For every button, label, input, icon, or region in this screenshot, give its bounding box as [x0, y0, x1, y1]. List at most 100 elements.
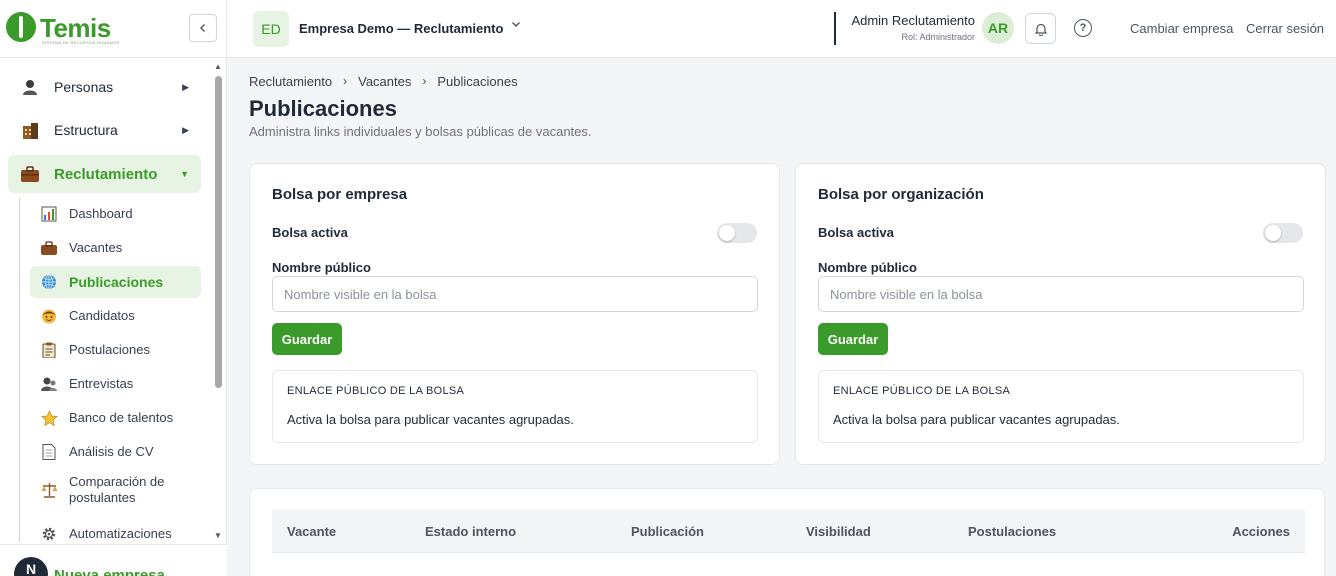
sidebar-subitem-publicaciones[interactable]: Publicaciones: [30, 266, 201, 298]
scroll-up-icon[interactable]: ▲: [214, 62, 222, 71]
person-icon: [20, 77, 40, 97]
briefcase-icon: [40, 239, 58, 257]
logo-icon: [6, 12, 36, 42]
sidebar-footer[interactable]: N Nueva empresa: [0, 544, 227, 576]
active-toggle-label: Bolsa activa: [272, 225, 348, 240]
public-name-label: Nombre público: [272, 260, 371, 275]
sidebar-item-estructura[interactable]: Estructura ▶: [8, 111, 201, 149]
sidebar-subitem-banco-de-talentos[interactable]: Banco de talentos: [30, 402, 201, 434]
page-title: Publicaciones: [249, 96, 397, 121]
sidebar-subitem-label: Banco de talentos: [69, 410, 174, 425]
sidebar-item-reclutamiento[interactable]: Reclutamiento ▼: [8, 155, 201, 193]
globe-icon: [40, 273, 58, 291]
logout-link[interactable]: Cerrar sesión: [1246, 21, 1324, 36]
public-name-label: Nombre público: [818, 260, 917, 275]
organization-pool-card: Bolsa por organización Bolsa activa Nomb…: [795, 163, 1326, 465]
sidebar-subitem-dashboard[interactable]: Dashboard: [30, 198, 201, 230]
table-header: Vacante Estado interno Publicación Visib…: [272, 510, 1305, 553]
company-pool-card: Bolsa por empresa Bolsa activa Nombre pú…: [249, 163, 780, 465]
sidebar-subitem-vacantes[interactable]: Vacantes: [30, 232, 201, 264]
sidebar-subitem-label: Postulaciones: [69, 342, 150, 357]
star-icon: [40, 409, 58, 427]
sidebar-subitem-candidatos[interactable]: Candidatos: [30, 300, 201, 332]
active-toggle[interactable]: [1263, 223, 1303, 243]
sidebar-subitem-entrevistas[interactable]: Entrevistas: [30, 368, 201, 400]
sidebar-item-personas[interactable]: Personas ▶: [8, 68, 201, 106]
public-link-title: ENLACE PÚBLICO DE LA BOLSA: [287, 385, 465, 397]
interview-icon: [40, 375, 58, 393]
gear-icon: [40, 525, 58, 542]
sidebar: Temis SISTEMA DE RECURSOS HUMANOS Person…: [0, 0, 227, 576]
change-company-link[interactable]: Cambiar empresa: [1130, 21, 1233, 36]
sidebar-subitem-analisis-de-cv[interactable]: Análisis de CV: [30, 436, 201, 468]
scale-icon: [40, 481, 58, 499]
divider: [834, 12, 836, 45]
sidebar-subitem-label: Dashboard: [69, 206, 133, 221]
public-link-box: ENLACE PÚBLICO DE LA BOLSA Activa la bol…: [818, 370, 1304, 443]
scroll-thumb[interactable]: [215, 76, 222, 388]
column-header-postulaciones[interactable]: Postulaciones: [968, 524, 1056, 539]
company-badge: ED: [253, 11, 289, 47]
scroll-down-icon[interactable]: ▼: [214, 531, 222, 540]
active-toggle[interactable]: [717, 223, 757, 243]
page-subtitle: Administra links individuales y bolsas p…: [249, 124, 592, 139]
caret-down-icon: ▼: [180, 169, 189, 179]
column-header-publicacion[interactable]: Publicación: [631, 524, 704, 539]
briefcase-icon: [20, 164, 40, 184]
user-name: Admin Reclutamiento: [851, 13, 975, 28]
chevron-right-icon: ›: [343, 74, 348, 88]
breadcrumb-item[interactable]: Vacantes: [358, 74, 411, 89]
sidebar-subitem-postulaciones[interactable]: Postulaciones: [30, 334, 201, 366]
public-link-text: Activa la bolsa para publicar vacantes a…: [833, 412, 1120, 427]
document-icon: [40, 443, 58, 461]
public-link-box: ENLACE PÚBLICO DE LA BOLSA Activa la bol…: [272, 370, 758, 443]
help-icon[interactable]: ?: [1074, 19, 1092, 37]
collapse-sidebar-button[interactable]: [189, 14, 217, 42]
sidebar-subitem-label: Vacantes: [69, 240, 123, 255]
sidebar-scrollbar[interactable]: ▲ ▼: [212, 60, 226, 542]
notifications-button[interactable]: [1025, 13, 1056, 44]
card-title: Bolsa por organización: [818, 186, 984, 203]
card-title: Bolsa por empresa: [272, 186, 408, 203]
public-name-input[interactable]: [272, 276, 758, 312]
column-header-vacante[interactable]: Vacante: [287, 524, 336, 539]
sidebar-item-label: Reclutamiento: [54, 165, 158, 183]
public-link-text: Activa la bolsa para publicar vacantes a…: [287, 412, 574, 427]
new-company-label: Nueva empresa: [54, 567, 165, 576]
public-link-title: ENLACE PÚBLICO DE LA BOLSA: [833, 385, 1011, 397]
breadcrumb: Reclutamiento › Vacantes › Publicaciones: [249, 74, 518, 89]
public-name-input[interactable]: [818, 276, 1304, 312]
vacancies-table-card: Vacante Estado interno Publicación Visib…: [249, 488, 1325, 576]
face-icon: [40, 307, 58, 325]
column-header-acciones: Acciones: [1232, 524, 1290, 539]
sidebar-subitem-automatizaciones[interactable]: Automatizaciones: [30, 518, 201, 542]
user-role: Rol: Administrador: [901, 32, 975, 42]
avatar: N: [14, 557, 48, 576]
company-selector[interactable]: Empresa Demo — Reclutamiento: [299, 21, 503, 36]
column-header-estado-interno[interactable]: Estado interno: [425, 524, 516, 539]
sidebar-subitem-comparacion-de-postulantes[interactable]: Comparación de postulantes: [30, 470, 201, 510]
active-toggle-label: Bolsa activa: [818, 225, 894, 240]
topbar: ED Empresa Demo — Reclutamiento Admin Re…: [227, 0, 1336, 58]
sidebar-item-label: Estructura: [54, 122, 118, 138]
bell-icon: [1034, 23, 1047, 36]
submenu-line: [19, 198, 20, 542]
breadcrumb-item: Publicaciones: [437, 74, 518, 89]
caret-right-icon: ▶: [182, 124, 189, 135]
logo-tagline: SISTEMA DE RECURSOS HUMANOS: [42, 40, 120, 45]
chart-icon: [40, 205, 58, 223]
sidebar-subitem-label: Comparación de postulantes: [69, 474, 165, 505]
column-header-visibilidad[interactable]: Visibilidad: [806, 524, 871, 539]
chevron-left-icon: [200, 24, 205, 32]
breadcrumb-item[interactable]: Reclutamiento: [249, 74, 332, 89]
save-button[interactable]: Guardar: [272, 323, 342, 355]
sidebar-subitem-label: Candidatos: [69, 308, 135, 323]
sidebar-subitem-label: Análisis de CV: [69, 444, 154, 459]
avatar[interactable]: AR: [982, 12, 1014, 44]
sidebar-item-label: Personas: [54, 79, 114, 95]
save-button[interactable]: Guardar: [818, 323, 888, 355]
chevron-right-icon: ›: [422, 74, 427, 88]
chevron-down-icon[interactable]: [510, 18, 522, 33]
clipboard-icon: [40, 341, 58, 359]
sidebar-subitem-label: Publicaciones: [69, 274, 164, 290]
